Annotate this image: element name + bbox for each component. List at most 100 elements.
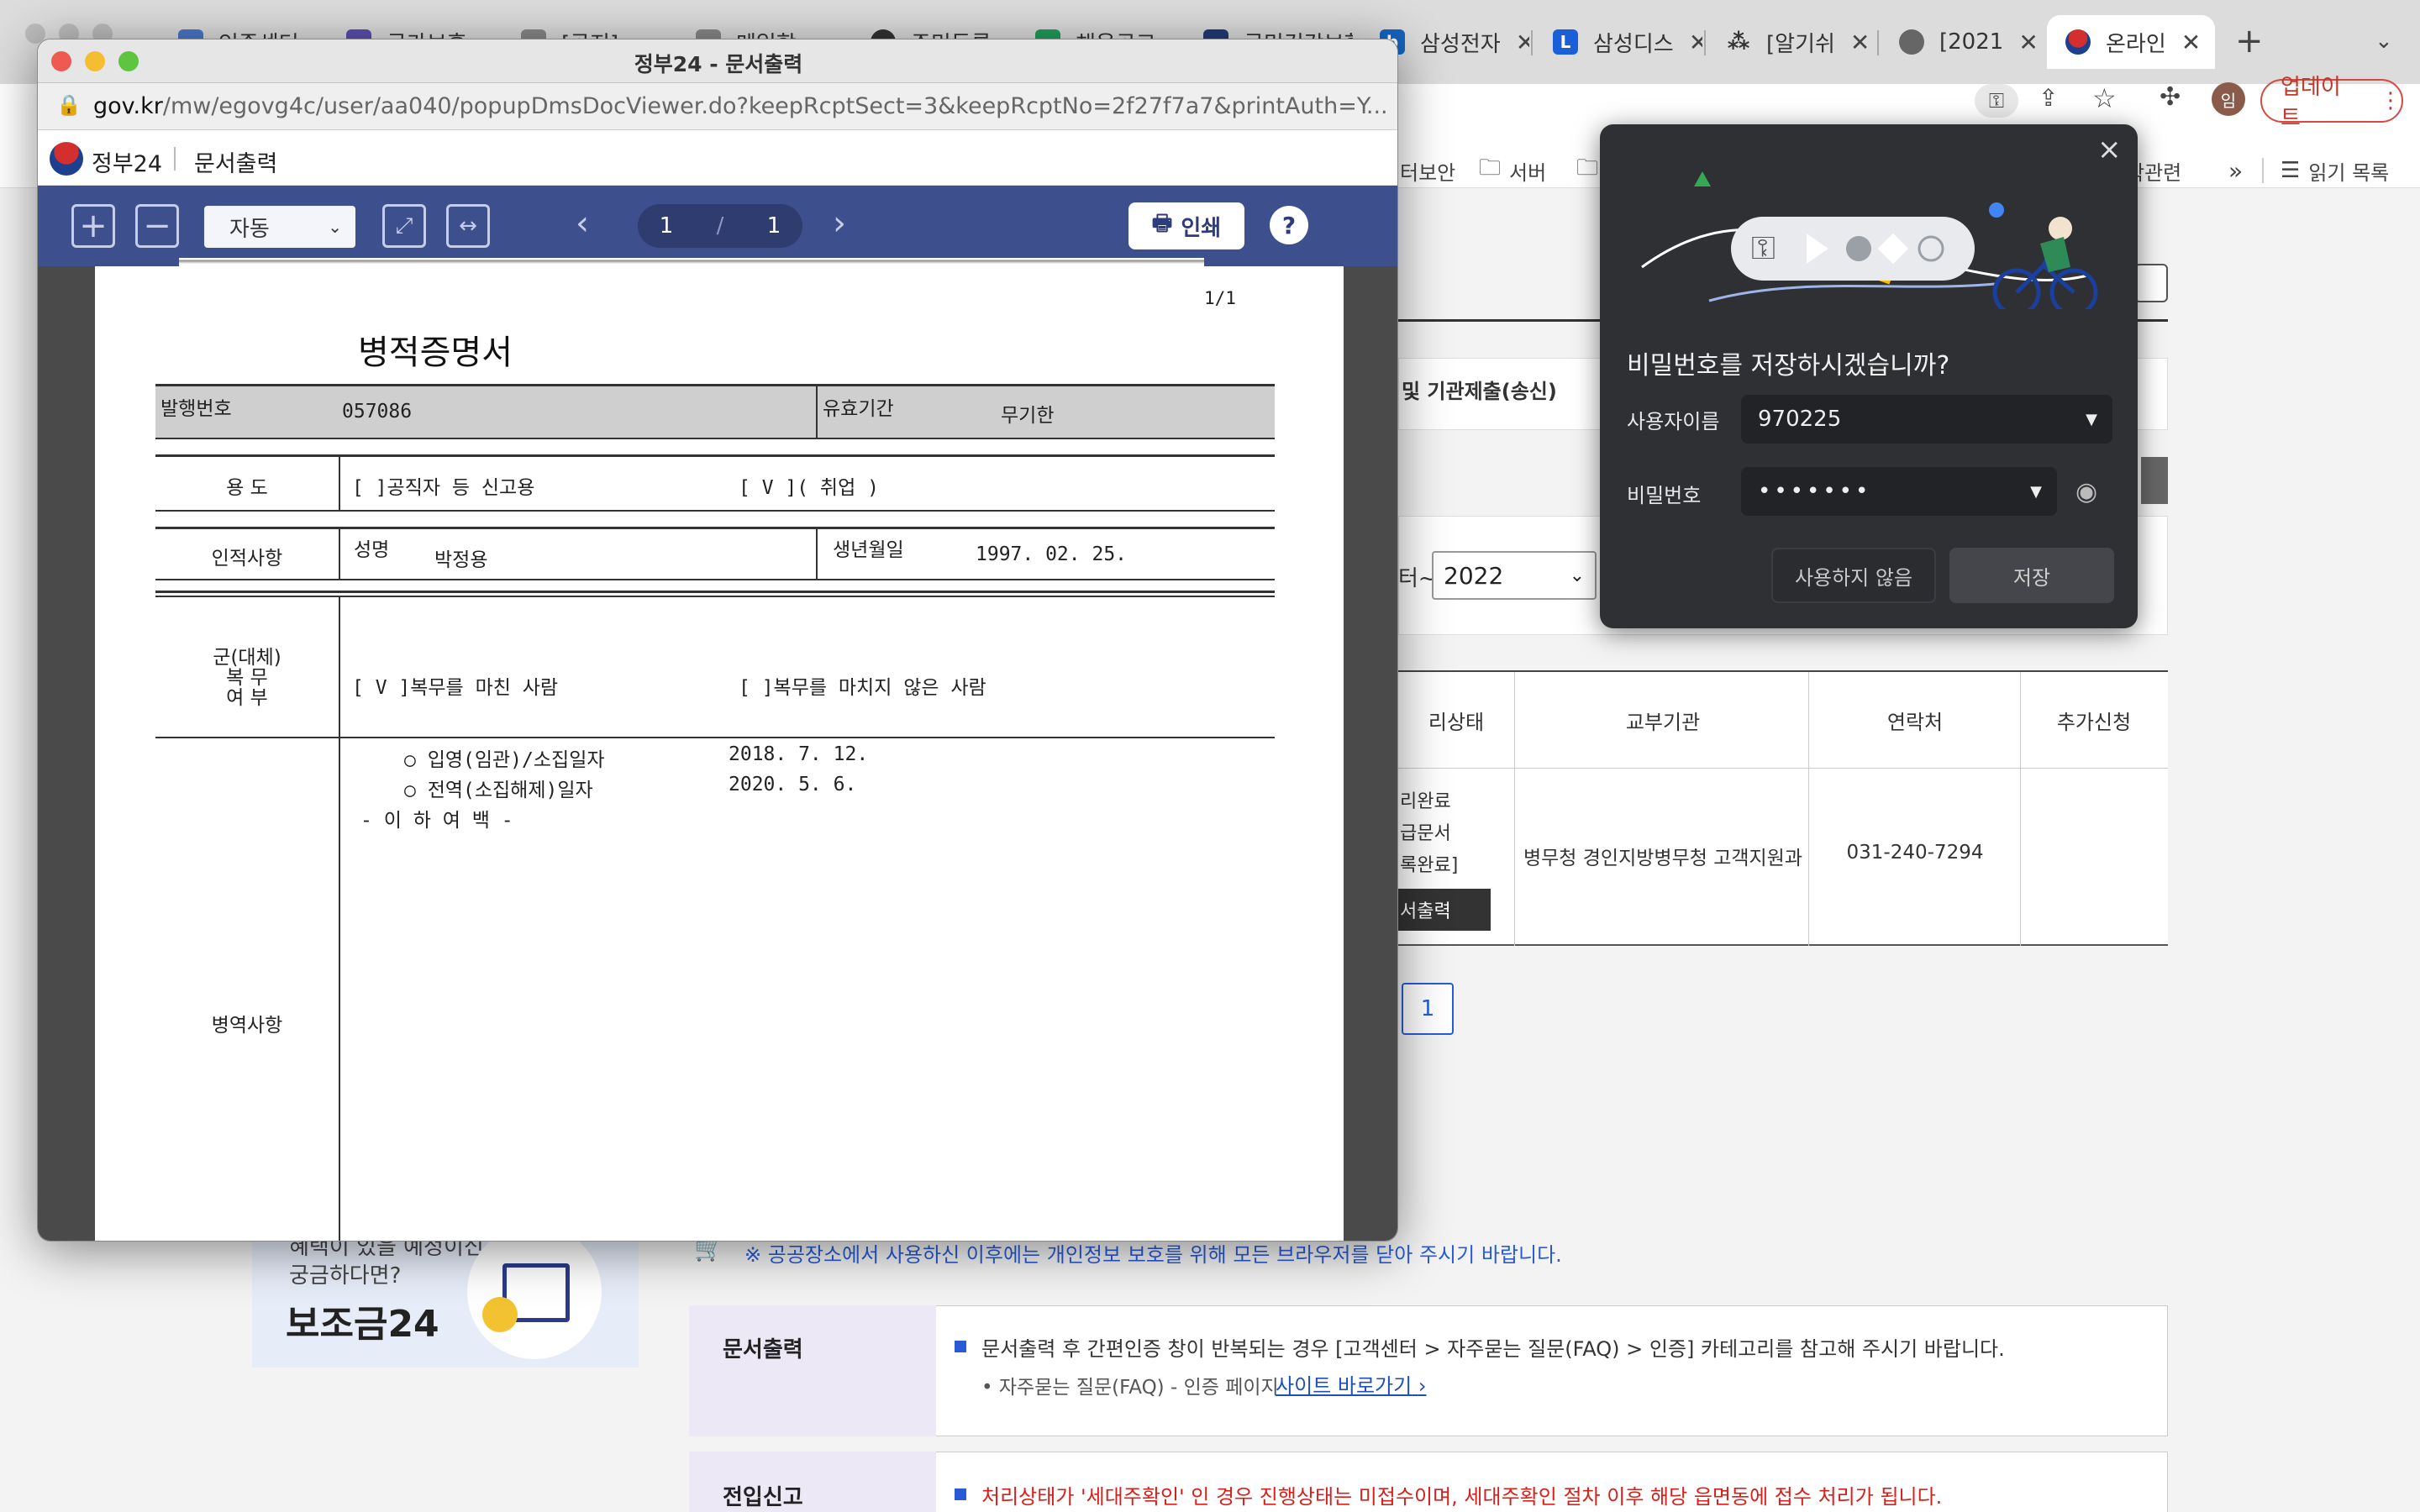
folder-icon: 🗀 <box>1479 155 1502 181</box>
share-icon[interactable]: ⇪ <box>2039 84 2058 112</box>
new-tab-icon[interactable]: + <box>2235 22 2264 60</box>
faq-link[interactable]: 사이트 바로가기 › <box>1276 1369 1426 1399</box>
extensions-icon[interactable]: ✣ <box>2160 82 2181 112</box>
popup-window-title: 정부24 - 문서출력 <box>634 52 803 76</box>
doc-rule <box>155 510 1275 512</box>
bookmark-label: 터보안 <box>1400 160 1456 185</box>
username-label: 사용자이름 <box>1627 410 1720 433</box>
page-current[interactable]: 1 <box>660 213 674 239</box>
brand-name: 정부24 <box>92 151 163 177</box>
prev-page-icon[interactable]: ‹ <box>576 204 589 243</box>
service-label-line: 군(대체) <box>213 647 281 669</box>
clipped-header-line <box>179 258 1204 270</box>
browser-tab[interactable]: ⁂ [알기쉬 ✕ <box>1707 15 1876 69</box>
bookmark-overflow-icon[interactable]: » <box>2228 156 2243 185</box>
service-label-line: 복 무 <box>226 667 268 689</box>
update-label: 업데이트 <box>2281 75 2341 131</box>
person-label: 인적사항 <box>211 548 283 570</box>
bullet-square-icon <box>955 1341 966 1352</box>
document-page: 1/1 병적증명서 발행번호 057086 유효기간 무기한 용 도 [ ]공직… <box>95 258 1344 1241</box>
year-prefix: 터~ <box>1398 566 1437 591</box>
reading-list-label: 읽기 목록 <box>2308 160 2390 185</box>
faq-link-label: 사이트 바로가기 <box>1276 1374 1413 1398</box>
password-field[interactable]: ••••••• ▼ <box>1741 467 2057 516</box>
tab-label: [알기쉬 <box>1766 31 1835 57</box>
tab-close-icon[interactable]: ✕ <box>2018 29 2038 56</box>
username-field[interactable]: 970225 ▼ <box>1741 395 2112 444</box>
doc-rule <box>155 438 1275 439</box>
dropdown-caret-icon[interactable]: ▼ <box>2030 483 2042 501</box>
print-doc-button[interactable]: 서출력 <box>1398 889 1491 931</box>
pagination-page[interactable]: 1 <box>1402 983 1454 1035</box>
gov24-favicon-icon <box>2065 29 2091 55</box>
blank-note: - 이 하 여 백 - <box>360 810 513 832</box>
year-value: 2022 <box>1444 561 1504 590</box>
info-sub-text: 자주묻는 질문(FAQ) - 인증 페이지 <box>998 1377 1279 1399</box>
profile-avatar[interactable]: 임 <box>2212 82 2245 116</box>
menu-dots-icon: ⋮ <box>2380 88 2402 113</box>
tab-favicon-icon: ⁂ <box>1727 29 1750 55</box>
service-option-1: [ V ]복무를 마친 사람 <box>352 677 559 699</box>
browser-tab-active[interactable]: 온라인 ✕ <box>2047 15 2215 69</box>
zoom-out-button[interactable]: − <box>135 204 179 248</box>
dropdown-caret-icon[interactable]: ▼ <box>2086 411 2097 428</box>
bookmark-item[interactable]: 🗀 서버 <box>1479 155 1547 185</box>
year-select[interactable]: 2022 ⌄ <box>1432 551 1597 600</box>
tab-close-icon[interactable]: ✕ <box>1516 29 1529 56</box>
key-icon[interactable]: ⚿ <box>1975 84 2018 118</box>
update-button[interactable]: 업데이트 ⋮ <box>2260 75 2403 131</box>
issuer-cell: 병무청 경인지방병무청 고객지원과 <box>1523 848 1803 869</box>
reading-list-button[interactable]: ☰ 읽기 목록 <box>2281 156 2389 185</box>
eye-icon[interactable]: ◉ <box>2075 477 2097 507</box>
url-path: /mw/egovg4c/user/aa040/popupDmsDocViewer… <box>162 93 1387 119</box>
doc-rule <box>155 596 1275 597</box>
doc-rule <box>155 527 1275 529</box>
doc-rule <box>339 597 340 1241</box>
col-header: 추가신청 <box>2056 711 2132 734</box>
tab-search-chevron-icon[interactable]: ⌄ <box>2375 29 2393 54</box>
status-line: 리완료 <box>1400 791 1451 812</box>
zoom-mode-select[interactable]: 자동 ⌄ <box>204 206 355 248</box>
issue-no-label: 발행번호 <box>160 398 232 420</box>
password-value: ••••••• <box>1758 479 1872 504</box>
browser-tab[interactable]: [2021 ✕ <box>1881 15 2049 69</box>
fit-page-button[interactable]: ⤢ <box>382 204 426 248</box>
save-password-button[interactable]: 저장 <box>1949 548 2114 603</box>
globe-icon <box>1899 29 1924 55</box>
issue-no: 057086 <box>342 401 413 423</box>
banner-title: 보조금24 <box>286 1303 439 1346</box>
fit-width-button[interactable]: ↔ <box>446 204 490 248</box>
page-icon-button[interactable] <box>2134 264 2168 302</box>
brand-subtitle: 문서출력 <box>194 151 278 177</box>
coin-icon <box>482 1297 518 1332</box>
search-button[interactable] <box>2141 457 2168 504</box>
tab-label: 삼성전자 <box>1420 31 1501 57</box>
bookmark-label: 서버 <box>1509 160 1547 185</box>
help-button[interactable]: ? <box>1270 206 1308 244</box>
never-save-button[interactable]: 사용하지 않음 <box>1771 548 1936 603</box>
tab-separator <box>1704 30 1706 55</box>
zoom-in-button[interactable]: + <box>71 204 115 248</box>
password-illustration: ⚿ <box>1641 171 2098 309</box>
purpose-label: 용 도 <box>226 477 268 499</box>
next-page-icon[interactable]: › <box>833 204 846 243</box>
doc-title: 병적증명서 <box>358 333 513 372</box>
birth-label: 생년월일 <box>833 539 904 561</box>
tab-close-icon[interactable]: ✕ <box>2181 29 2201 56</box>
bookmark-star-icon[interactable]: ☆ <box>2092 82 2117 114</box>
tab-close-icon[interactable]: ✕ <box>1689 29 1702 56</box>
info-warning: 처리상태가 '세대주확인' 인 경우 진행상태는 미접수이며, 세대주확인 절차… <box>981 1485 1943 1509</box>
page-indicator: 1 / 1 <box>638 204 802 248</box>
lock-icon: 🔒 <box>56 93 82 117</box>
tab-close-icon[interactable]: ✕ <box>1850 29 1870 56</box>
print-button[interactable]: 🖶 인쇄 <box>1128 202 1244 249</box>
info-title: 문서출력 <box>723 1337 803 1362</box>
bookmark-item[interactable]: 터보안 <box>1400 156 1455 185</box>
browser-tab[interactable]: L 삼성디스 ✕ <box>1534 15 1702 69</box>
doc-rule <box>816 386 818 438</box>
doc-rule <box>339 456 340 510</box>
doc-rule <box>339 528 340 579</box>
folder-icon: 🗀 <box>1576 155 1599 181</box>
bookmark-item[interactable]: 🗀 <box>1576 155 1598 185</box>
fit-page-icon: ⤢ <box>395 213 413 239</box>
